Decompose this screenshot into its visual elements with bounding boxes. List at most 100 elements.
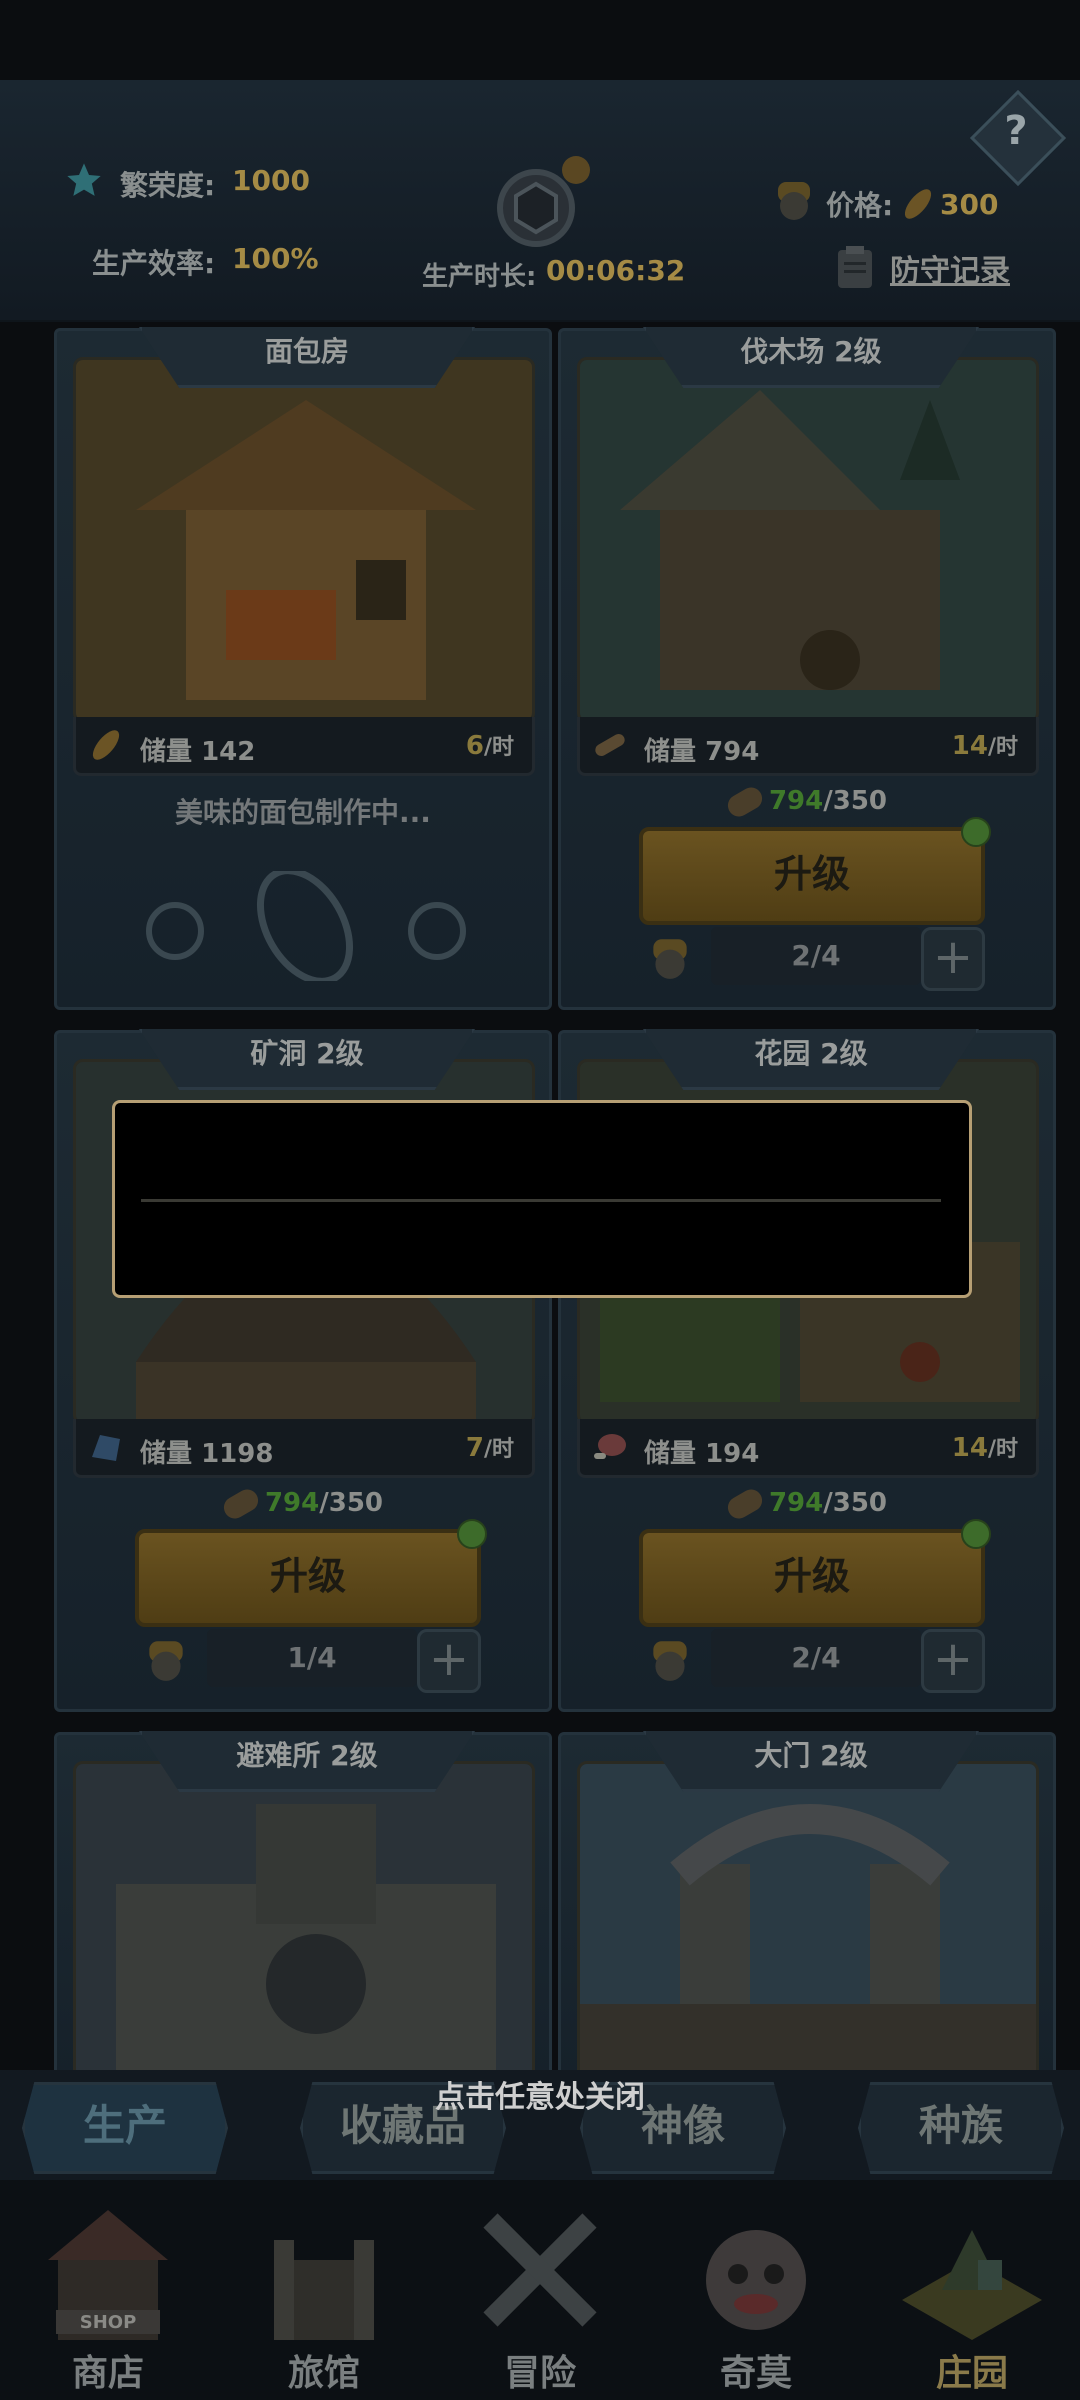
stock-bar: 储量 1198 7/时: [73, 1419, 535, 1478]
building-title: 伐木场 2级: [643, 327, 979, 388]
cost-have: 794: [768, 786, 824, 816]
rate-unit: /时: [987, 735, 1018, 760]
upgrade-button[interactable]: 升级: [639, 817, 991, 925]
cost-have: 794: [768, 1488, 824, 1518]
upgrade-label: 升级: [773, 1554, 850, 1598]
add-worker-button[interactable]: +: [417, 1629, 481, 1693]
inn-icon: [274, 2240, 374, 2340]
nav-chimo[interactable]: 奇莫: [656, 2180, 856, 2400]
popup-panel[interactable]: [112, 1100, 972, 1298]
duration-value: 00:06:32: [546, 254, 686, 287]
clipboard-icon: [838, 246, 872, 288]
upgrade-cost: 794/350: [57, 1484, 549, 1523]
lumberyard-illustration: [577, 357, 1039, 723]
popup-divider: [141, 1199, 941, 1202]
stock-label: 储量: [644, 1439, 697, 1469]
stock-bar: 储量 142 6/时: [73, 717, 535, 776]
building-card-shelter[interactable]: 避难所 2级: [54, 1731, 552, 2087]
chimo-creature-icon: [706, 2230, 806, 2330]
help-icon: ?: [1004, 108, 1028, 154]
efficiency-label: 生产效率:: [92, 247, 216, 280]
building-title: 面包房: [139, 327, 475, 388]
manor-header: 繁荣度: 1000 生产效率: 100% 生产时长: 00:06:32 价格: …: [0, 80, 1080, 322]
nav-label: 冒险: [503, 2353, 576, 2394]
wood-log-icon: [219, 1484, 263, 1523]
nav-adventure[interactable]: 冒险: [440, 2180, 640, 2400]
building-title: 避难所 2级: [139, 1731, 475, 1792]
bakery-illustration: [73, 357, 535, 723]
stock-label: 储量: [140, 1439, 193, 1469]
rate-value: 14: [951, 1433, 988, 1463]
worker-count: 2/4: [711, 1629, 921, 1687]
stock-value: 142: [201, 737, 256, 767]
shelter-illustration: [73, 1761, 535, 2087]
upgrade-label: 升级: [773, 852, 850, 896]
upgrade-available-icon: [961, 1519, 991, 1549]
building-card-lumberyard[interactable]: 储量 794 14/时 794/350 升级 2/4 + 伐木场 2级: [558, 327, 1056, 1010]
wood-log-icon: [723, 782, 767, 821]
building-title: 矿洞 2级: [139, 1029, 475, 1090]
baking-bread-icon: [146, 871, 466, 981]
nav-label: 奇莫: [719, 2353, 792, 2394]
cost-need: /350: [823, 1488, 888, 1518]
bottom-nav: SHOP 商店 旅馆 冒险 奇莫 庄园: [0, 2180, 1080, 2400]
rate-value: 14: [951, 731, 988, 761]
stock-value: 194: [705, 1439, 760, 1469]
duration-label: 生产时长:: [422, 262, 537, 292]
worker-icon: [653, 939, 687, 979]
star-icon: [67, 163, 101, 196]
add-worker-button[interactable]: +: [921, 927, 985, 991]
upgrade-button[interactable]: 升级: [135, 1519, 487, 1627]
bread-icon: [904, 189, 932, 219]
manor-island-icon: [902, 2230, 1042, 2340]
add-worker-button[interactable]: +: [921, 1629, 985, 1693]
worker-icon: [653, 1641, 687, 1681]
rate-unit: /时: [483, 735, 514, 760]
upgrade-available-icon: [961, 817, 991, 847]
building-card-gate[interactable]: 大门 2级: [558, 1731, 1056, 2087]
upgrade-available-icon: [457, 1519, 487, 1549]
nav-inn[interactable]: 旅馆: [224, 2180, 424, 2400]
building-title: 花园 2级: [643, 1029, 979, 1090]
production-status: 美味的面包制作中...: [175, 796, 431, 829]
crossed-swords-icon: [483, 2213, 597, 2327]
stock-value: 1198: [201, 1439, 274, 1469]
worker-count: 1/4: [207, 1629, 417, 1687]
stock-bar: 储量 194 14/时: [577, 1419, 1039, 1478]
building-title: 大门 2级: [643, 1731, 979, 1792]
nav-label: 旅馆: [287, 2353, 360, 2394]
nav-manor[interactable]: 庄园: [872, 2180, 1072, 2400]
cost-need: /350: [823, 786, 888, 816]
price-label: 价格:: [826, 189, 894, 222]
prosperity-value: 1000: [232, 164, 310, 197]
upgrade-button[interactable]: 升级: [639, 1519, 991, 1627]
nav-label: 庄园: [935, 2353, 1008, 2394]
rate-value: 7: [465, 1433, 484, 1463]
efficiency-value: 100%: [232, 242, 319, 275]
worker-icon: [149, 1641, 183, 1681]
cost-have: 794: [264, 1488, 320, 1518]
rate-unit: /时: [483, 1437, 514, 1462]
prosperity-label: 繁荣度:: [120, 169, 216, 202]
worker-count: 2/4: [711, 927, 921, 985]
stock-value: 794: [705, 737, 760, 767]
production-emblem-icon: [497, 156, 590, 247]
meat-icon: [594, 1434, 626, 1459]
stock-label: 储量: [644, 737, 697, 767]
nav-label: 商店: [71, 2353, 144, 2394]
shop-icon: SHOP: [48, 2210, 168, 2340]
cost-need: /350: [319, 1488, 384, 1518]
defense-record-link[interactable]: 防守记录: [890, 246, 1010, 290]
shop-sign: SHOP: [80, 2312, 137, 2333]
worker-row: 2/4 +: [561, 927, 1053, 991]
bread-icon: [92, 730, 120, 760]
upgrade-cost: 794/350: [561, 1484, 1053, 1523]
upgrade-label: 升级: [269, 1554, 346, 1598]
worker-row: 1/4 +: [57, 1629, 549, 1693]
nav-shop[interactable]: SHOP 商店: [8, 2180, 208, 2400]
close-hint[interactable]: 点击任意处关闭: [0, 2072, 1080, 2116]
stock-label: 储量: [140, 737, 193, 767]
worker-icon: [778, 182, 810, 220]
wood-log-icon: [723, 1484, 767, 1523]
building-card-bakery[interactable]: 储量 142 6/时 美味的面包制作中... 面包房: [54, 327, 552, 1010]
